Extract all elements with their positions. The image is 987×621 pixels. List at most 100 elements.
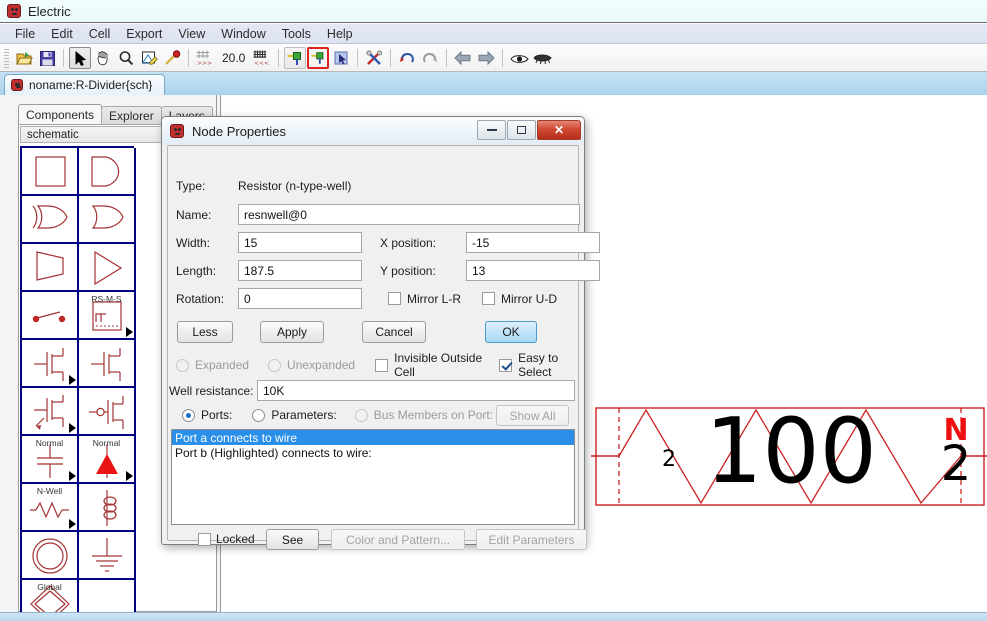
- open-icon[interactable]: [13, 47, 35, 69]
- arrow-forward-icon[interactable]: [475, 47, 497, 69]
- minimize-button[interactable]: [477, 120, 506, 140]
- rotation-input[interactable]: 0: [238, 288, 362, 309]
- undo-rotate-icon[interactable]: [396, 47, 418, 69]
- mirror-lr-checkbox[interactable]: Mirror L-R: [388, 292, 461, 306]
- parameters-radio[interactable]: Parameters:: [252, 408, 337, 422]
- menu-help[interactable]: Help: [320, 25, 360, 43]
- zoom-magnifier-icon[interactable]: [115, 47, 137, 69]
- palette-item-box[interactable]: [22, 148, 79, 196]
- palette-more-arrow-icon[interactable]: [126, 471, 133, 481]
- palette-item-ground[interactable]: [79, 532, 136, 580]
- menu-file[interactable]: File: [8, 25, 42, 43]
- locked-checkbox[interactable]: Locked: [198, 532, 255, 546]
- palette-item-buffer[interactable]: [79, 244, 136, 292]
- bus-members-radio[interactable]: Bus Members on Port:: [354, 408, 493, 422]
- grid-fine-icon[interactable]: <<<: [251, 47, 273, 69]
- see-button[interactable]: See: [266, 529, 319, 550]
- menu-window[interactable]: Window: [214, 25, 272, 43]
- window-edit-icon[interactable]: [138, 47, 160, 69]
- arrow-back-icon[interactable]: [452, 47, 474, 69]
- maximize-button[interactable]: [507, 120, 536, 140]
- node-port-icon[interactable]: [284, 47, 307, 69]
- y-position-input[interactable]: 13: [466, 260, 600, 281]
- menu-export[interactable]: Export: [119, 25, 169, 43]
- mirror-ud-checkbox[interactable]: Mirror U-D: [482, 292, 557, 306]
- easy-to-select-box[interactable]: [499, 358, 513, 372]
- redo-rotate-icon[interactable]: [419, 47, 441, 69]
- invisible-outside-cell-checkbox[interactable]: Invisible Outside Cell: [375, 351, 483, 379]
- length-input[interactable]: 187.5: [238, 260, 362, 281]
- palette-more-arrow-icon[interactable]: [69, 519, 76, 529]
- palette-item-mux[interactable]: [22, 244, 79, 292]
- palette-item-diode[interactable]: Normal: [79, 436, 136, 484]
- unexpanded-radio-dot[interactable]: [268, 358, 282, 372]
- select-object-icon[interactable]: [330, 47, 352, 69]
- palette-more-arrow-icon[interactable]: [126, 327, 133, 337]
- eye-closed-icon[interactable]: [531, 47, 553, 69]
- name-input[interactable]: resnwell@0: [238, 204, 580, 225]
- palette-item-transistor-bubble[interactable]: [79, 388, 136, 436]
- tools-icon[interactable]: [363, 47, 385, 69]
- export-port-icon[interactable]: [307, 47, 330, 69]
- palette-more-arrow-icon[interactable]: [69, 423, 76, 433]
- port-list-item[interactable]: Port b (Highlighted) connects to wire:: [172, 445, 574, 460]
- close-button[interactable]: ✕: [537, 120, 581, 140]
- palette-item-xor-gate[interactable]: [22, 196, 79, 244]
- measure-pin-icon[interactable]: [161, 47, 183, 69]
- menu-edit[interactable]: Edit: [44, 25, 80, 43]
- dialog-titlebar[interactable]: Node Properties ✕: [162, 117, 584, 145]
- apply-button[interactable]: Apply: [260, 321, 324, 343]
- bus-members-radio-dot[interactable]: [354, 408, 368, 422]
- palette-item-inductor[interactable]: [79, 484, 136, 532]
- palette-item-capacitor[interactable]: Normal: [22, 436, 79, 484]
- menu-cell[interactable]: Cell: [82, 25, 118, 43]
- expanded-radio-dot[interactable]: [176, 358, 189, 372]
- cancel-button[interactable]: Cancel: [362, 321, 426, 343]
- port-list-item[interactable]: Port a connects to wire: [172, 430, 574, 445]
- mirror-lr-box[interactable]: [388, 292, 401, 305]
- tab-components[interactable]: Components: [18, 104, 103, 125]
- dialog-title: Node Properties: [192, 123, 286, 139]
- palette-item-and-gate[interactable]: [79, 196, 136, 244]
- color-and-pattern-button[interactable]: Color and Pattern...: [331, 529, 465, 550]
- menubar[interactable]: File Edit Cell Export View Window Tools …: [0, 24, 987, 44]
- less-button[interactable]: Less: [177, 321, 233, 343]
- ports-radio-dot[interactable]: [182, 408, 195, 422]
- expanded-radio[interactable]: Expanded: [176, 358, 249, 372]
- palette-more-arrow-icon[interactable]: [69, 471, 76, 481]
- toolbar-grip[interactable]: [4, 48, 9, 68]
- zoom-level[interactable]: 20.0: [217, 51, 250, 65]
- locked-box[interactable]: [198, 532, 211, 546]
- palette-item-flipflop[interactable]: RS-M-S: [79, 292, 136, 340]
- edit-parameters-button[interactable]: Edit Parameters: [476, 529, 587, 550]
- select-arrow-icon[interactable]: [69, 47, 91, 69]
- show-all-button[interactable]: Show All: [496, 405, 569, 426]
- parameters-radio-dot[interactable]: [252, 408, 266, 422]
- palette-item-switch[interactable]: [22, 292, 79, 340]
- eye-open-icon[interactable]: [508, 47, 530, 69]
- pan-hand-icon[interactable]: [92, 47, 114, 69]
- palette-item-or-gate[interactable]: [79, 148, 136, 196]
- tab-explorer[interactable]: Explorer: [101, 106, 162, 125]
- x-position-input[interactable]: -15: [466, 232, 600, 253]
- palette-item-nmos[interactable]: [22, 340, 79, 388]
- menu-view[interactable]: View: [171, 25, 212, 43]
- grid-coarse-icon[interactable]: >>>: [194, 47, 216, 69]
- invisible-outside-cell-box[interactable]: [375, 358, 389, 372]
- port-list[interactable]: Port a connects to wire Port b (Highligh…: [171, 429, 575, 525]
- menu-tools[interactable]: Tools: [275, 25, 318, 43]
- ok-button[interactable]: OK: [485, 321, 537, 343]
- document-tab-r-divider[interactable]: noname:R-Divider{sch}: [4, 74, 166, 95]
- width-input[interactable]: 15: [238, 232, 362, 253]
- palette-more-arrow-icon[interactable]: [69, 375, 76, 385]
- palette-item-nmos-arrow[interactable]: [22, 388, 79, 436]
- mirror-ud-box[interactable]: [482, 292, 495, 305]
- palette-item-source[interactable]: [22, 532, 79, 580]
- palette-item-nwell-resistor[interactable]: N-Well: [22, 484, 79, 532]
- palette-item-pmos[interactable]: [79, 340, 136, 388]
- easy-to-select-checkbox[interactable]: Easy to Select: [499, 351, 578, 379]
- well-resistance-input[interactable]: 10K: [257, 380, 575, 401]
- save-icon[interactable]: [36, 47, 58, 69]
- ports-radio[interactable]: Ports:: [182, 408, 232, 422]
- unexpanded-radio[interactable]: Unexpanded: [268, 358, 355, 372]
